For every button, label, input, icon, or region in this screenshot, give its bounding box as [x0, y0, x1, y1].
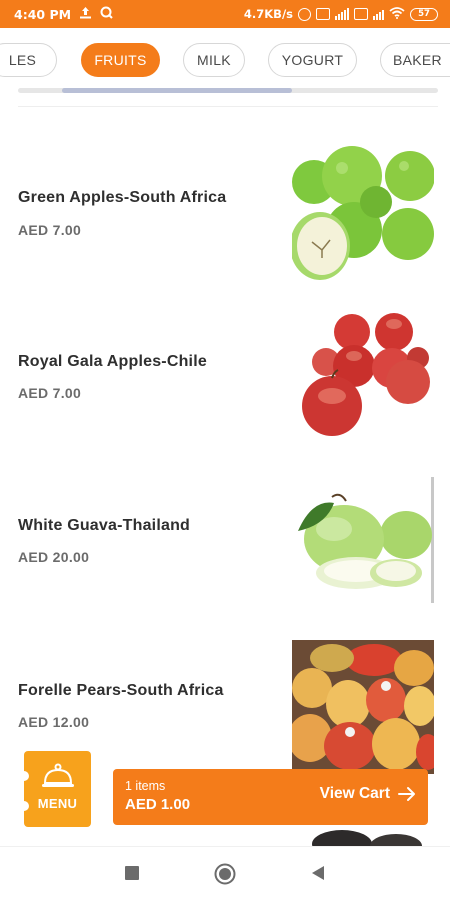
- red-apples-image[interactable]: [292, 310, 434, 444]
- product-price: AED 20.00: [18, 549, 90, 565]
- category-scrollbar[interactable]: [18, 88, 438, 93]
- next-product-image: [312, 830, 422, 846]
- menu-label: MENU: [37, 796, 78, 811]
- product-item[interactable]: Royal Gala Apples-Chile AED 7.00: [0, 310, 450, 450]
- product-name: Royal Gala Apples-Chile: [18, 353, 207, 370]
- product-price: AED 7.00: [18, 222, 82, 238]
- alarm-icon: [298, 7, 311, 21]
- product-price: AED 12.00: [18, 714, 90, 730]
- view-cart-button[interactable]: View Cart: [320, 785, 416, 803]
- product-item[interactable]: White Guava-Thailand AED 20.00: [0, 475, 450, 615]
- green-apples-image[interactable]: [292, 146, 434, 280]
- cart-item-count: 1 items: [125, 779, 166, 793]
- status-bar: 4:40 PM 4.7KB/s 57: [0, 0, 450, 28]
- battery-icon: 57: [410, 7, 438, 21]
- product-name: Forelle Pears-South Africa: [18, 682, 224, 699]
- app-notification-icon: [100, 6, 113, 22]
- product-price: AED 7.00: [18, 385, 82, 401]
- category-chip-vegetables[interactable]: LES: [0, 43, 57, 77]
- signal-icon-2: [373, 8, 384, 20]
- network-speed: 4.7KB/s: [243, 7, 293, 21]
- divider: [18, 106, 438, 107]
- wifi-icon: [389, 6, 405, 22]
- cart-bar[interactable]: 1 items AED 1.00 View Cart: [113, 769, 428, 825]
- ticket-notch: [19, 801, 29, 811]
- category-chip-milk[interactable]: MILK: [183, 43, 245, 77]
- product-name: Green Apples-South Africa: [18, 189, 227, 206]
- home-icon[interactable]: [214, 863, 236, 885]
- category-chip-bakery[interactable]: BAKER: [380, 43, 450, 77]
- recent-apps-icon[interactable]: [124, 865, 140, 881]
- pears-image[interactable]: [292, 640, 434, 774]
- upload-icon: [79, 6, 92, 22]
- arrow-right-icon: [398, 787, 415, 801]
- cart-total: AED 1.00: [125, 796, 191, 813]
- status-time: 4:40 PM: [14, 6, 72, 22]
- volte-icon: [316, 8, 330, 20]
- cloche-icon: [42, 763, 74, 787]
- navigation-bar: [0, 846, 450, 900]
- category-tabs: LES FRUITS MILK YOGURT BAKER: [0, 43, 450, 79]
- view-cart-label: View Cart: [319, 785, 390, 802]
- ticket-notch: [19, 771, 29, 781]
- product-name: White Guava-Thailand: [18, 517, 191, 534]
- volte-icon-2: [354, 8, 368, 20]
- scrollbar-thumb[interactable]: [62, 88, 292, 93]
- menu-button[interactable]: MENU: [19, 751, 91, 827]
- signal-icon: [335, 8, 349, 20]
- product-item[interactable]: Green Apples-South Africa AED 7.00: [0, 144, 450, 284]
- guava-image[interactable]: [292, 477, 434, 611]
- back-icon[interactable]: [310, 865, 326, 881]
- category-chip-yogurt[interactable]: YOGURT: [268, 43, 357, 77]
- category-chip-fruits[interactable]: FRUITS: [81, 43, 160, 77]
